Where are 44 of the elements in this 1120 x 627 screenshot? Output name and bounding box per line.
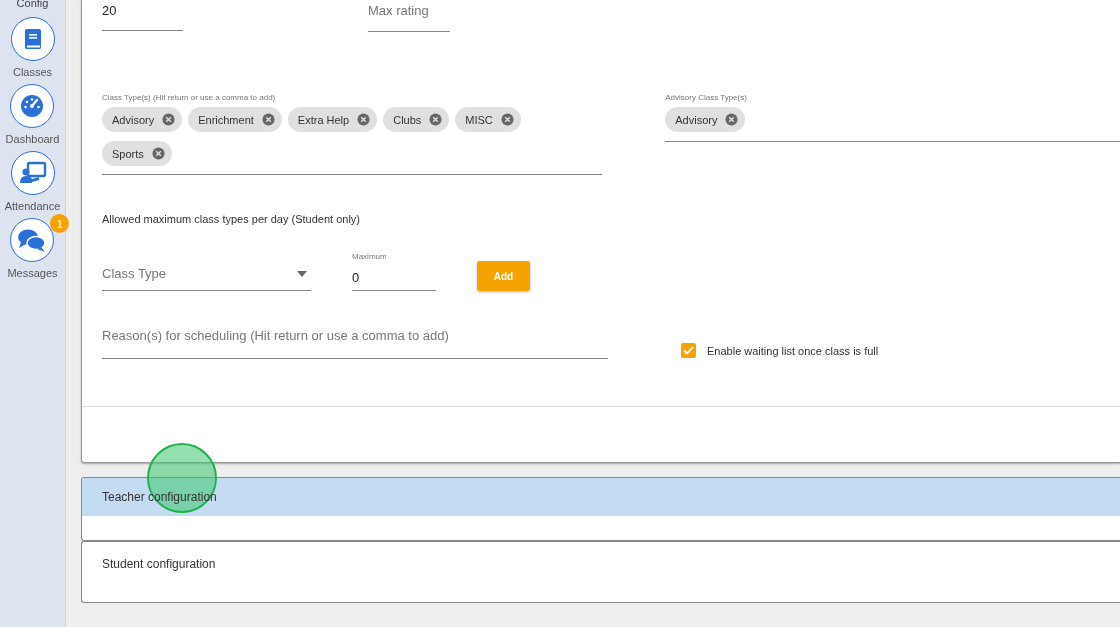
nav-button[interactable] [10,218,55,262]
nav-button[interactable] [10,84,55,128]
nav-label[interactable]: Config [16,0,49,17]
checkbox[interactable] [681,343,696,358]
remove-icon[interactable] [500,113,514,126]
checkbox-label[interactable]: Enable waiting list once class is full [707,344,879,357]
size-field[interactable]: 20 [102,0,183,31]
remove-icon[interactable] [162,113,176,126]
tag-chip[interactable]: Enrichment [188,107,282,132]
tag-chip[interactable]: Advisory [102,107,183,132]
tag-chip[interactable]: Clubs [383,107,450,132]
tag-chip[interactable]: Sports [102,141,172,166]
tag-chip[interactable]: MISC [455,107,521,132]
tag-chip[interactable]: Extra Help [287,107,378,132]
remove-icon[interactable] [357,113,371,126]
class-type-dropdown[interactable]: Class Type [102,257,311,291]
reasons-field[interactable]: Reason(s) for scheduling (Hit return or use a comma to add) [102,328,608,359]
chat-bubbles-icon [17,227,48,253]
advisory-class-types-field[interactable]: Advisory Class Type(s) Advisory [665,93,1120,142]
remove-icon[interactable] [429,113,443,126]
field-label: Advisory Class Type(s) [665,93,748,102]
class-types-field[interactable]: Class Type(s) (Hit return or use a comma to add) Advisory Enrichment Extra Help Clubs MISC Sports [102,93,603,175]
notification-badge: 1 [50,214,70,233]
max-rating-field[interactable]: Max rating [368,0,450,32]
section-heading: Allowed maximum class types per day (Student only) [102,213,361,227]
nav-label[interactable]: Messages [7,267,58,281]
field-value: 0 [352,270,361,285]
nav-button[interactable] [10,17,55,61]
maximum-field[interactable]: Maximum 0 [352,252,436,291]
field-label: Maximum [352,252,388,261]
nav-label[interactable]: Classes [12,66,53,80]
gauge-icon [19,93,46,119]
tag-chip[interactable]: Advisory [665,107,746,132]
remove-icon[interactable] [261,113,275,126]
nav-label[interactable]: Dashboard [5,133,60,147]
remove-icon[interactable] [151,147,165,160]
nav-label[interactable]: Attendance [4,200,61,214]
remove-icon[interactable] [725,113,739,126]
accordion-header[interactable]: Student configuration [82,542,1120,580]
field-label: Class Type(s) (Hit return or use a comma to add) [102,93,277,102]
presenter-board-icon [18,160,47,186]
nav-button[interactable] [10,151,55,195]
caret-icon [297,270,307,277]
field-value: 20 [102,3,118,18]
